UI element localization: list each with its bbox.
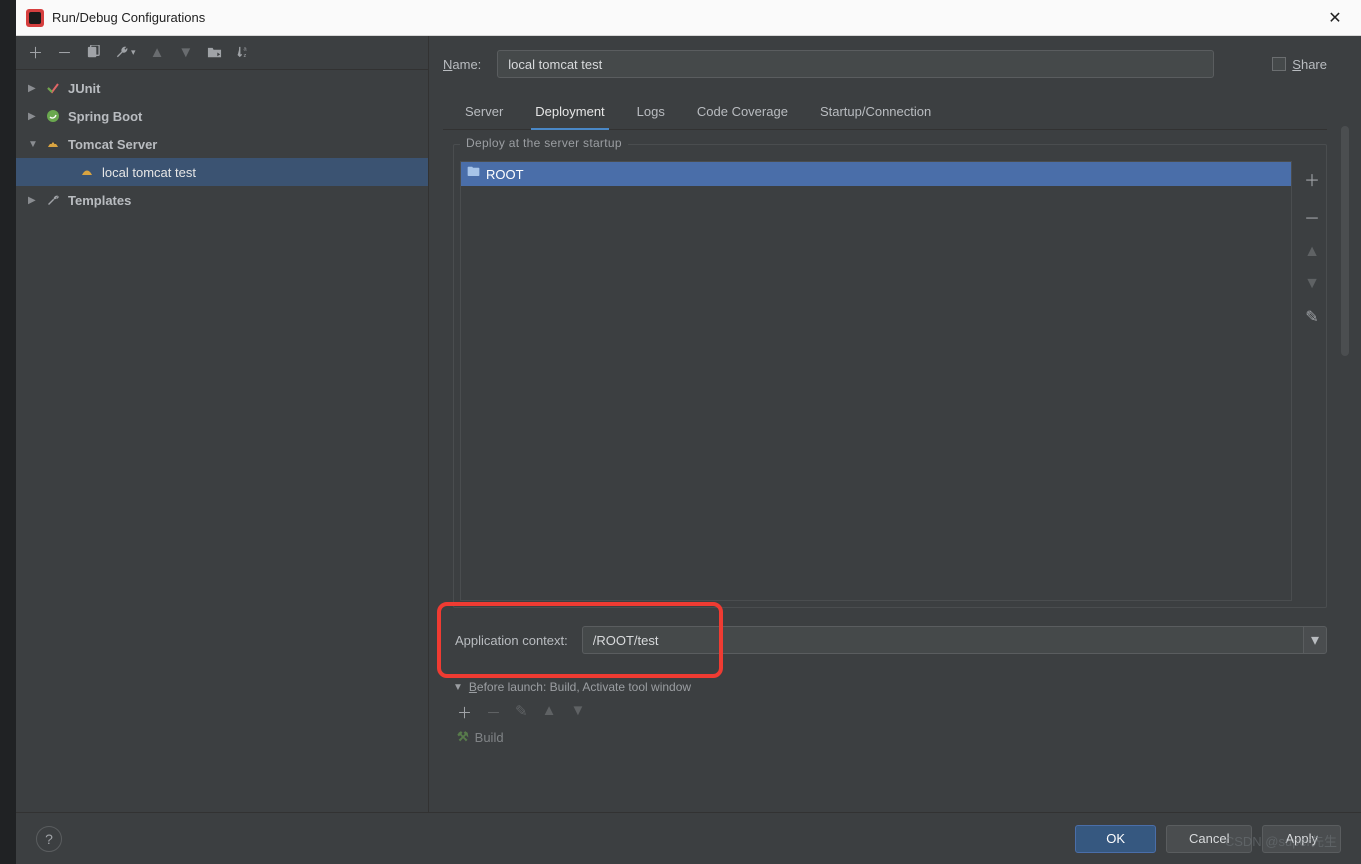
tree-label: Tomcat Server xyxy=(68,137,157,152)
application-context-combo: ▾ xyxy=(582,626,1327,654)
checkbox-icon xyxy=(1272,57,1286,71)
tree-label: Spring Boot xyxy=(68,109,142,124)
titlebar: Run/Debug Configurations ✕ xyxy=(16,0,1361,36)
application-context-label: Application context: xyxy=(455,633,568,648)
tree-item-templates[interactable]: ▶ Templates xyxy=(16,186,428,214)
junit-icon xyxy=(44,81,62,95)
hammer-icon: ⚒ xyxy=(457,729,469,745)
edit-deploy-icon[interactable]: ✎ xyxy=(1305,307,1318,327)
before-launch-toolbar: ＋ － ✎ ▲ ▼ xyxy=(453,702,1327,723)
sidebar-toolbar: ＋ － ▾ ▲ ▼ az xyxy=(16,36,428,70)
help-button[interactable]: ? xyxy=(36,826,62,852)
tree-label: Templates xyxy=(68,193,131,208)
tab-startup-connection[interactable]: Startup/Connection xyxy=(818,96,933,129)
window-title: Run/Debug Configurations xyxy=(52,10,1319,25)
config-tree: ▶ JUnit ▶ Spring Boot ▼ Tomcat Server lo… xyxy=(16,70,428,812)
apply-button[interactable]: Apply xyxy=(1262,825,1341,853)
add-deploy-icon[interactable]: ＋ xyxy=(1304,167,1320,191)
deploy-item-label: ROOT xyxy=(486,167,524,182)
dialog-body: ＋ － ▾ ▲ ▼ az ▶ xyxy=(16,36,1361,812)
expand-icon: ▶ xyxy=(28,195,42,206)
move-up-icon: ▲ xyxy=(150,44,165,61)
edit-task-icon: ✎ xyxy=(515,702,528,723)
tree-label: JUnit xyxy=(68,81,101,96)
deploy-actions: ＋ － ▲ ▼ ✎ xyxy=(1298,155,1326,607)
collapse-icon: ▼ xyxy=(28,139,42,150)
copy-icon[interactable] xyxy=(86,45,101,60)
wrench-icon[interactable]: ▾ xyxy=(115,45,136,60)
remove-task-icon: － xyxy=(486,702,501,723)
scrollbar[interactable] xyxy=(1341,126,1349,738)
expand-icon: ▶ xyxy=(28,111,42,122)
task-label: Build xyxy=(475,730,504,745)
ambient-strip xyxy=(0,0,16,864)
deploy-legend: Deploy at the server startup xyxy=(460,136,628,150)
svg-text:a: a xyxy=(244,47,248,53)
scrollbar-thumb[interactable] xyxy=(1341,126,1349,356)
move-down-deploy-icon: ▼ xyxy=(1304,275,1320,293)
expand-icon: ▶ xyxy=(28,83,42,94)
share-checkbox[interactable]: Share xyxy=(1272,57,1327,72)
tomcat-local-icon xyxy=(78,165,96,179)
tree-item-junit[interactable]: ▶ JUnit xyxy=(16,74,428,102)
tab-server[interactable]: Server xyxy=(463,96,505,129)
before-launch-section: ▼ Before launch: Build, Activate tool wi… xyxy=(453,680,1327,745)
deploy-list[interactable]: 🖿 ROOT xyxy=(460,161,1292,601)
sidebar: ＋ － ▾ ▲ ▼ az ▶ xyxy=(16,36,429,812)
tree-item-spring-boot[interactable]: ▶ Spring Boot xyxy=(16,102,428,130)
svg-text:z: z xyxy=(244,53,247,59)
task-build[interactable]: ⚒ Build xyxy=(453,729,1327,745)
remove-deploy-icon[interactable]: － xyxy=(1304,205,1320,229)
before-launch-header[interactable]: ▼ Before launch: Build, Activate tool wi… xyxy=(453,680,1327,694)
move-down-task-icon: ▼ xyxy=(570,702,585,723)
add-task-icon[interactable]: ＋ xyxy=(457,702,472,723)
footer: ? OK Cancel Apply xyxy=(16,812,1361,864)
cancel-button[interactable]: Cancel xyxy=(1166,825,1252,853)
tomcat-icon xyxy=(44,137,62,151)
app-icon xyxy=(26,9,44,27)
main-panel: Name: Share Server Deployment Logs Code … xyxy=(429,36,1361,812)
deploy-group: Deploy at the server startup 🖿 ROOT ＋ － … xyxy=(453,144,1327,608)
tabs: Server Deployment Logs Code Coverage Sta… xyxy=(443,96,1327,130)
ok-button[interactable]: OK xyxy=(1075,825,1156,853)
tree-item-local-tomcat-test[interactable]: local tomcat test xyxy=(16,158,428,186)
add-icon[interactable]: ＋ xyxy=(28,42,43,63)
move-down-icon: ▼ xyxy=(178,44,193,61)
move-up-task-icon: ▲ xyxy=(542,702,557,723)
tab-logs[interactable]: Logs xyxy=(635,96,667,129)
close-button[interactable]: ✕ xyxy=(1319,8,1351,28)
name-label: Name: xyxy=(443,57,481,72)
remove-icon[interactable]: － xyxy=(57,42,72,63)
name-row: Name: Share xyxy=(443,50,1327,78)
tree-item-tomcat[interactable]: ▼ Tomcat Server xyxy=(16,130,428,158)
run-debug-dialog: Run/Debug Configurations ✕ ＋ － ▾ ▲ ▼ xyxy=(16,0,1361,864)
collapse-icon: ▼ xyxy=(453,682,463,693)
deploy-item-root[interactable]: 🖿 ROOT xyxy=(461,162,1291,186)
tab-code-coverage[interactable]: Code Coverage xyxy=(695,96,790,129)
name-input[interactable] xyxy=(497,50,1214,78)
spring-icon xyxy=(44,109,62,123)
application-context-input[interactable] xyxy=(582,626,1303,654)
tree-label: local tomcat test xyxy=(102,165,196,180)
folder-move-icon[interactable] xyxy=(207,45,222,60)
dropdown-button[interactable]: ▾ xyxy=(1303,626,1327,654)
sort-icon[interactable]: az xyxy=(236,45,251,60)
move-up-deploy-icon: ▲ xyxy=(1304,243,1320,261)
tab-deployment[interactable]: Deployment xyxy=(533,96,606,129)
application-context-row: Application context: ▾ xyxy=(455,626,1327,654)
wrench-icon xyxy=(44,193,62,207)
folder-icon: 🖿 xyxy=(467,163,480,185)
